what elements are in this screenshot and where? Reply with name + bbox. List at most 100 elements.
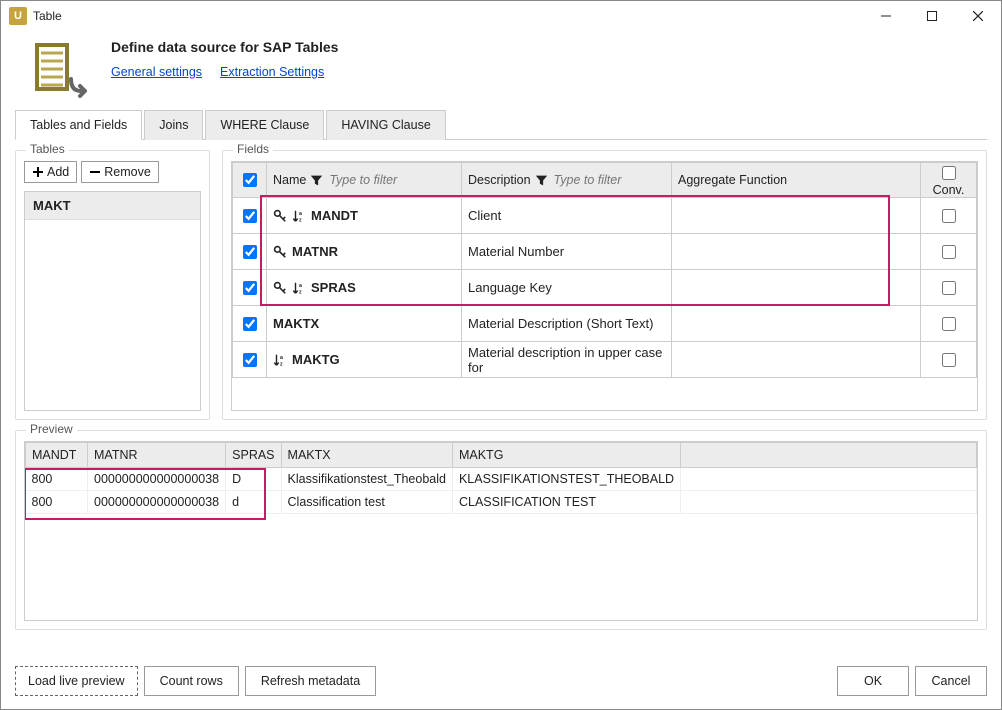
sort-icon: az: [273, 353, 287, 367]
field-checkbox[interactable]: [243, 281, 257, 295]
remove-table-button[interactable]: Remove: [81, 161, 159, 183]
preview-col-header[interactable]: MAKTG: [452, 443, 680, 468]
filter-icon[interactable]: [310, 174, 323, 187]
tab-having-clause[interactable]: HAVING Clause: [326, 110, 445, 140]
fields-header-desc-label: Description: [468, 173, 531, 187]
svg-text:z: z: [280, 361, 283, 367]
name-filter-input[interactable]: [327, 171, 437, 189]
plus-icon: [32, 166, 44, 178]
preview-col-header[interactable]: MATNR: [88, 443, 226, 468]
svg-text:z: z: [299, 217, 302, 223]
preview-col-header[interactable]: MANDT: [26, 443, 88, 468]
field-checkbox[interactable]: [243, 209, 257, 223]
fields-header-checkbox[interactable]: [233, 163, 267, 198]
count-rows-button[interactable]: Count rows: [144, 666, 239, 696]
fields-header-name-label: Name: [273, 173, 306, 187]
tables-group-title: Tables: [26, 142, 69, 156]
tab-joins[interactable]: Joins: [144, 110, 203, 140]
sort-icon: az: [292, 281, 306, 295]
add-table-label: Add: [47, 165, 69, 179]
header: Define data source for SAP Tables Genera…: [1, 31, 1001, 103]
preview-cell: Klassifikationstest_Theobald: [281, 468, 452, 491]
table-list-item[interactable]: MAKT: [25, 192, 200, 220]
preview-cell: 800: [26, 468, 88, 491]
fields-row: azMANDTClient: [233, 198, 977, 234]
key-icon: [273, 281, 287, 295]
field-name: SPRAS: [311, 280, 356, 295]
fields-select-all-checkbox[interactable]: [243, 173, 257, 187]
field-aggregate[interactable]: [672, 306, 921, 342]
load-live-preview-button[interactable]: Load live preview: [15, 666, 138, 696]
body: Tables Add Remove: [1, 140, 1001, 653]
remove-table-label: Remove: [104, 165, 151, 179]
svg-text:a: a: [280, 355, 283, 361]
preview-cell: 000000000000000038: [88, 468, 226, 491]
conv-select-all-checkbox[interactable]: [942, 166, 956, 180]
fields-row: az MAKTG Material description in upper cas…: [233, 342, 977, 378]
link-extraction-settings[interactable]: Extraction Settings: [220, 65, 324, 79]
preview-cell: CLASSIFICATION TEST: [452, 491, 680, 514]
field-checkbox[interactable]: [243, 317, 257, 331]
key-icon: [273, 209, 287, 223]
tables-group: Tables Add Remove: [15, 150, 210, 420]
field-conv-checkbox[interactable]: [942, 209, 956, 223]
page-title: Define data source for SAP Tables: [111, 39, 338, 55]
preview-cell: Classification test: [281, 491, 452, 514]
fields-header-description: Description: [462, 163, 672, 198]
preview-cell: 000000000000000038: [88, 491, 226, 514]
footer-left: Load live preview Count rows Refresh met…: [15, 666, 376, 696]
refresh-metadata-button[interactable]: Refresh metadata: [245, 666, 376, 696]
field-name-cell: MATNR: [273, 244, 455, 259]
field-aggregate[interactable]: [672, 270, 921, 306]
window-title: Table: [33, 9, 863, 23]
preview-group-title: Preview: [26, 422, 77, 436]
field-name-cell: MAKTX: [273, 316, 455, 331]
fields-header-aggregate: Aggregate Function: [672, 163, 921, 198]
field-conv-checkbox[interactable]: [942, 281, 956, 295]
desc-filter-input[interactable]: [552, 171, 662, 189]
minimize-button[interactable]: [863, 1, 909, 31]
preview-col-header[interactable]: MAKTX: [281, 443, 452, 468]
field-conv-checkbox[interactable]: [942, 317, 956, 331]
titlebar: U Table: [1, 1, 1001, 31]
preview-col-spacer: [681, 443, 977, 468]
field-description: Material Number: [462, 234, 672, 270]
datasource-icon: [31, 41, 93, 99]
footer-right: OK Cancel: [837, 666, 987, 696]
field-description: Material description in upper case for: [462, 342, 672, 378]
app-icon: U: [9, 7, 27, 25]
ok-button[interactable]: OK: [837, 666, 909, 696]
field-aggregate[interactable]: [672, 234, 921, 270]
fields-header-conv: Conv.: [921, 163, 977, 198]
add-table-button[interactable]: Add: [24, 161, 77, 183]
tables-list[interactable]: MAKT: [24, 191, 201, 411]
field-name-cell: azMANDT: [273, 208, 455, 223]
preview-cell: KLASSIFIKATIONSTEST_THEOBALD: [452, 468, 680, 491]
cancel-button[interactable]: Cancel: [915, 666, 987, 696]
fields-grid-wrap: Name Description: [231, 161, 978, 411]
tabs: Tables and Fields Joins WHERE Clause HAV…: [15, 109, 987, 140]
window-root: U Table Define data source for SAP Ta: [0, 0, 1002, 710]
filter-icon[interactable]: [535, 174, 548, 187]
preview-col-header[interactable]: SPRAS: [226, 443, 281, 468]
link-general-settings[interactable]: General settings: [111, 65, 202, 79]
preview-row: 800000000000000000038DKlassifikationstes…: [26, 468, 977, 491]
maximize-button[interactable]: [909, 1, 955, 31]
field-checkbox[interactable]: [243, 245, 257, 259]
tables-buttons: Add Remove: [24, 161, 201, 183]
field-description: Language Key: [462, 270, 672, 306]
field-checkbox[interactable]: [243, 353, 257, 367]
field-aggregate[interactable]: [672, 198, 921, 234]
header-links: General settings Extraction Settings: [111, 65, 338, 79]
field-conv-checkbox[interactable]: [942, 353, 956, 367]
preview-group: Preview MANDTMATNRSPRASMAKTXMAKTG 800000…: [15, 430, 987, 630]
svg-text:z: z: [299, 289, 302, 295]
tab-where-clause[interactable]: WHERE Clause: [205, 110, 324, 140]
field-aggregate[interactable]: [672, 342, 921, 378]
top-section: Tables Add Remove: [15, 150, 987, 420]
close-button[interactable]: [955, 1, 1001, 31]
field-conv-checkbox[interactable]: [942, 245, 956, 259]
fields-grid: Name Description: [232, 162, 977, 378]
field-name: MAKTG: [292, 352, 340, 367]
tab-tables-and-fields[interactable]: Tables and Fields: [15, 110, 142, 140]
